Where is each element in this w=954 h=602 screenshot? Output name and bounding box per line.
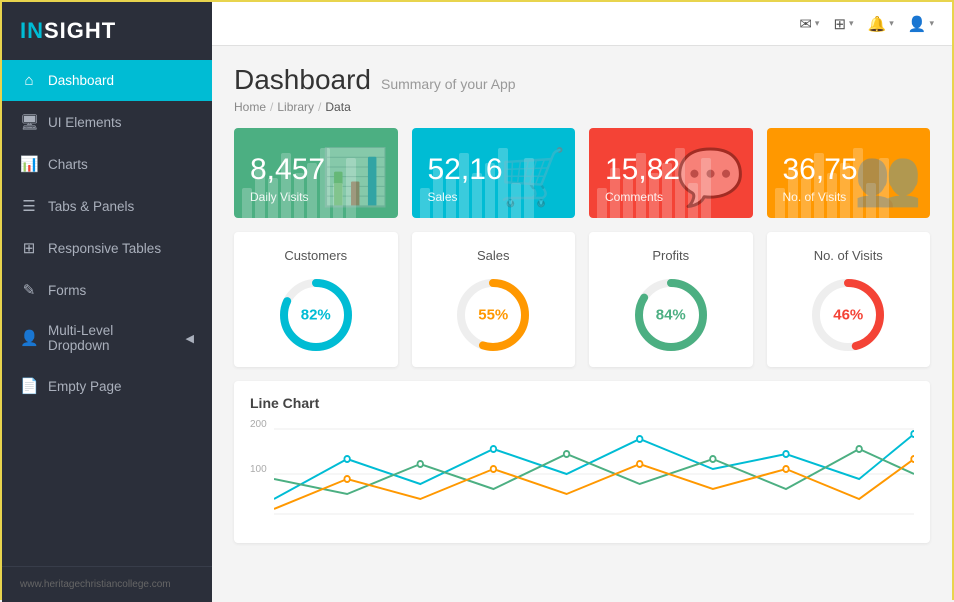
donut-wrapper-sales: 55% (453, 275, 533, 355)
grid-caret: ▾ (849, 18, 854, 29)
donut-wrapper-profits: 84% (631, 275, 711, 355)
breadcrumb-sep-0: / (270, 100, 273, 114)
nav-icon-ui-elements: 🖥 (20, 113, 38, 131)
nav-label-charts: Charts (48, 157, 88, 172)
line-chart-svg (274, 419, 914, 519)
sidebar-footer: www.heritagechristiancollege.com (2, 566, 212, 602)
mail-glyph: ✉ (799, 15, 812, 33)
breadcrumb-item-1[interactable]: Library (277, 100, 314, 114)
stat-cards: 📊📊 8,457 Daily Visits 🛒🛒 52,16 Sales 💬💬 … (234, 128, 930, 218)
y-label-200: 200 (250, 419, 267, 430)
sidebar: INSIGHT ⌂ Dashboard 🖥 UI Elements 📊 Char… (2, 2, 212, 602)
nav-icon-dashboard: ⌂ (20, 72, 38, 89)
page-header: Dashboard Summary of your App Home / Libra… (234, 64, 930, 114)
donut-pct-profits: 84% (656, 307, 686, 324)
mail-topbar-icon[interactable]: ✉▾ (799, 15, 819, 33)
stat-card-sales: 🛒🛒 52,16 Sales (412, 128, 576, 218)
donut-card-customers: Customers 82% (234, 232, 398, 367)
sidebar-item-forms[interactable]: ✎ Forms (2, 269, 212, 311)
stat-number-sales: 52,16 (428, 153, 560, 186)
page-subtitle: Summary of your App (381, 76, 516, 92)
page-title: Dashboard (234, 64, 371, 96)
chart-title: Line Chart (250, 395, 914, 411)
nav-label-tabs: Tabs & Panels (48, 199, 134, 214)
stat-number-comments: 15,82 (605, 153, 737, 186)
y-label-100: 100 (250, 464, 267, 475)
sidebar-item-dropdown[interactable]: 👤 Multi-Level Dropdown ◀ (2, 311, 212, 365)
donut-card-profits: Profits 84% (589, 232, 753, 367)
user-glyph: 👤 (908, 15, 927, 33)
chart-section: Line Chart 200 100 (234, 381, 930, 543)
logo-in: IN (20, 18, 44, 43)
donut-cards: Customers 82% Sales 55% Profits 84% (234, 232, 930, 367)
breadcrumb-sep-1: / (318, 100, 321, 114)
nav-label-empty: Empty Page (48, 379, 122, 394)
grid-glyph: ⊞ (833, 15, 846, 33)
donut-title-customers: Customers (284, 248, 347, 263)
donut-title-no-of-visits: No. of Visits (814, 248, 883, 263)
donut-title-sales: Sales (477, 248, 510, 263)
donut-pct-customers: 82% (301, 307, 331, 324)
donut-pct-no-of-visits: 46% (833, 307, 863, 324)
donut-wrapper-no-of-visits: 46% (808, 275, 888, 355)
breadcrumb: Home / Library / Data (234, 100, 930, 114)
nav-icon-dropdown: 👤 (20, 329, 38, 347)
stat-label-no-visits: No. of Visits (783, 190, 915, 204)
donut-title-profits: Profits (652, 248, 689, 263)
page-title-row: Dashboard Summary of your App (234, 64, 930, 96)
sidebar-item-tabs[interactable]: ☰ Tabs & Panels (2, 185, 212, 227)
sidebar-item-empty[interactable]: 📄 Empty Page (2, 365, 212, 407)
sidebar-item-responsive[interactable]: ⊞ Responsive Tables (2, 227, 212, 269)
content-area: Dashboard Summary of your App Home / Libra… (212, 46, 952, 602)
donut-card-no-of-visits: No. of Visits 46% (767, 232, 931, 367)
sidebar-item-ui-elements[interactable]: 🖥 UI Elements (2, 101, 212, 143)
bell-caret: ▾ (889, 18, 894, 29)
sidebar-item-charts[interactable]: 📊 Charts (2, 143, 212, 185)
line-chart-area: 200 100 (250, 419, 914, 529)
donut-wrapper-customers: 82% (276, 275, 356, 355)
nav-icon-empty: 📄 (20, 377, 38, 395)
stat-card-daily-visits: 📊📊 8,457 Daily Visits (234, 128, 398, 218)
nav-label-forms: Forms (48, 283, 86, 298)
nav-label-ui-elements: UI Elements (48, 115, 122, 130)
breadcrumb-item-0[interactable]: Home (234, 100, 266, 114)
nav-arrow-dropdown: ◀ (186, 332, 194, 345)
nav-icon-forms: ✎ (20, 281, 38, 299)
stat-label-sales: Sales (428, 190, 560, 204)
user-caret: ▾ (929, 18, 934, 29)
bell-topbar-icon[interactable]: 🔔▾ (868, 15, 894, 33)
nav-label-responsive: Responsive Tables (48, 241, 161, 256)
nav-label-dropdown: Multi-Level Dropdown (48, 323, 176, 353)
nav-icon-tabs: ☰ (20, 197, 38, 215)
main-content: ✉▾⊞▾🔔▾👤▾ Dashboard Summary of your App H… (212, 2, 952, 602)
nav-label-dashboard: Dashboard (48, 73, 114, 88)
nav-icon-charts: 📊 (20, 155, 38, 173)
stat-label-comments: Comments (605, 190, 737, 204)
user-topbar-icon[interactable]: 👤▾ (908, 15, 934, 33)
donut-pct-sales: 55% (478, 307, 508, 324)
topbar: ✉▾⊞▾🔔▾👤▾ (212, 2, 952, 46)
grid-topbar-icon[interactable]: ⊞▾ (833, 15, 853, 33)
mail-caret: ▾ (815, 18, 820, 29)
logo-sight: SIGHT (44, 18, 116, 43)
breadcrumb-item-2: Data (325, 100, 350, 114)
donut-card-sales: Sales 55% (412, 232, 576, 367)
bell-glyph: 🔔 (868, 15, 887, 33)
logo: INSIGHT (2, 2, 212, 60)
stat-card-comments: 💬💬 15,82 Comments (589, 128, 753, 218)
stat-card-no-visits: 👥👥 36,75 No. of Visits (767, 128, 931, 218)
nav-icon-responsive: ⊞ (20, 239, 38, 257)
stat-number-daily-visits: 8,457 (250, 153, 382, 186)
nav-items: ⌂ Dashboard 🖥 UI Elements 📊 Charts ☰ Tab… (2, 60, 212, 407)
stat-number-no-visits: 36,75 (783, 153, 915, 186)
stat-label-daily-visits: Daily Visits (250, 190, 382, 204)
sidebar-item-dashboard[interactable]: ⌂ Dashboard (2, 60, 212, 101)
